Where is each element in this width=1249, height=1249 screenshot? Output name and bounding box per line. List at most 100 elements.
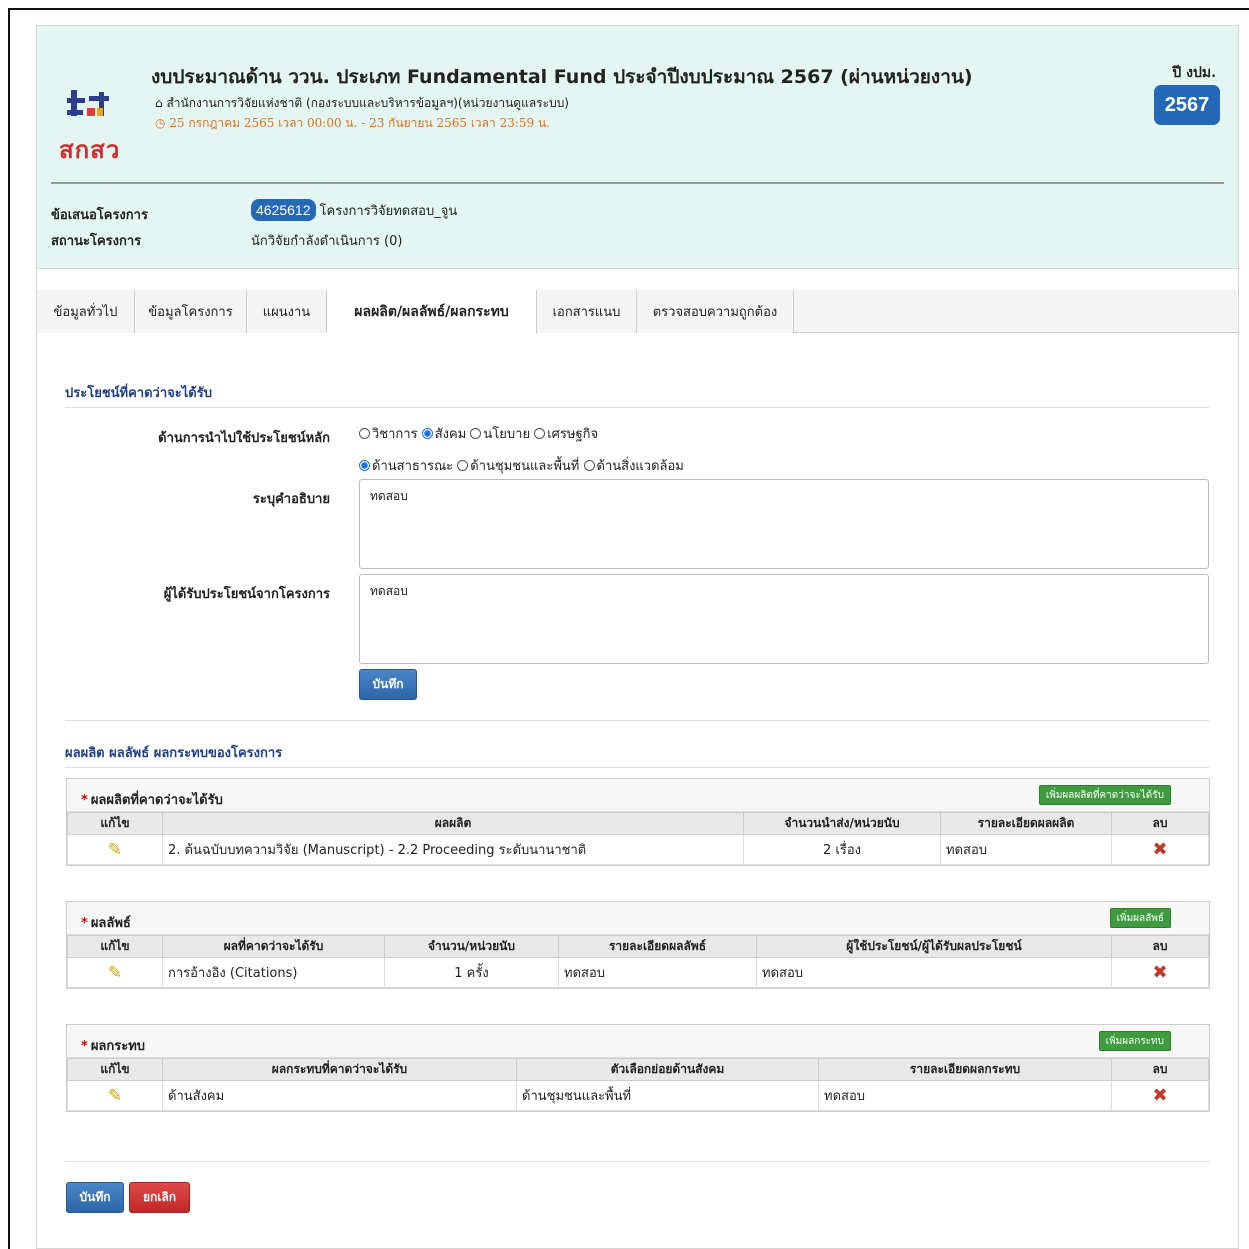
tab-outputs[interactable]: ผลผลิต/ผลลัพธ์/ผลกระทบ [327,290,537,334]
add-impact-button[interactable]: เพิ่มผลกระทบ [1098,1031,1171,1051]
footer-divider [65,1161,1209,1162]
quantity-cell: 2 เรื่อง [743,834,941,865]
radio-community-label: ด้านชุมชนและพื้นที่ [470,459,580,474]
delete-x-icon[interactable]: ✖ [1152,962,1167,983]
col-detail: รายละเอียดผลลัพธ์ [558,935,757,958]
proposal-value: 4625612 โครงการวิจัยทดสอบ_จูน [251,199,457,221]
tab-validation[interactable]: ตรวจสอบความถูกต้อง [637,290,794,333]
page-header: สกสว งบประมาณด้าน ววน. ประเภท Fundamenta… [37,26,1238,269]
radio-social-label: สังคม [434,427,467,442]
impact-cell: ด้านสังคม [162,1080,517,1111]
col-output: ผลผลิต [162,812,744,835]
col-quantity: จำนวน/หน่วยนับ [384,935,559,958]
period-line: ◷ 25 กรกฎาคม 2565 เวลา 00:00 น. - 23 กัน… [155,114,550,133]
col-edit: แก้ไข [67,1058,163,1081]
status-value: นักวิจัยกำลังดำเนินการ (0) [251,234,403,249]
col-delete: ลบ [1111,935,1209,958]
social-sub-radio-group: ด้านสาธารณะ ด้านชุมชนและพื้นที่ ด้านสิ่ง… [359,455,684,476]
outputs-panel-header: * ผลผลิตที่คาดว่าจะได้รับ เพิ่มผลผลิตที่ค… [67,779,1209,812]
tab-attachments[interactable]: เอกสารแนบ [537,290,637,333]
tab-workplan[interactable]: แผนงาน [247,290,327,333]
radio-economic[interactable] [534,428,546,439]
outcomes-panel-title: * ผลลัพธ์ [81,916,131,931]
table-row: ✎ ด้านสังคม ด้านชุมชนและพื้นที่ ทดสอบ ✖ [67,1080,1209,1111]
header-divider [51,182,1224,184]
outcomes-table: แก้ไข ผลที่คาดว่าจะได้รับ จำนวน/หน่วยนับ… [67,935,1209,988]
fiscal-year-badge: 2567 [1154,85,1220,125]
main-use-radio-group: วิชาการ สังคม นโยบาย เศรษฐกิจ [359,423,598,444]
delete-x-icon[interactable]: ✖ [1152,1085,1167,1106]
radio-academic[interactable] [359,428,370,439]
col-delete: ลบ [1111,812,1209,835]
col-impact: ผลกระทบที่คาดว่าจะได้รับ [162,1058,517,1081]
col-quantity: จำนวนนำส่ง/หน่วยนับ [743,812,941,835]
description-label: ระบุคำอธิบาย [252,492,330,507]
outputs-table: แก้ไข ผลผลิต จำนวนนำส่ง/หน่วยนับ รายละเอ… [67,812,1209,865]
section-divider [65,720,1209,721]
beneficiary-textarea[interactable]: ทดสอบ [359,574,1209,664]
beneficiary-label: ผู้ได้รับประโยชน์จากโครงการ [163,587,330,602]
detail-cell: ทดสอบ [940,834,1112,865]
radio-policy-label: นโยบาย [483,427,531,442]
proposal-label: ข้อเสนอโครงการ [51,208,148,223]
output-cell: 2. ต้นฉบับบทความวิจัย (Manuscript) - 2.2… [162,834,744,865]
project-form-card: สกสว งบประมาณด้าน ววน. ประเภท Fundamenta… [36,25,1239,1249]
tab-general[interactable]: ข้อมูลทั่วไป [37,290,135,333]
radio-environment[interactable] [583,460,595,471]
pencil-icon[interactable]: ✎ [108,840,122,860]
impacts-panel-header: * ผลกระทบ เพิ่มผลกระทบ [67,1025,1209,1058]
radio-economic-label: เศรษฐกิจ [547,427,599,442]
outputs-divider [65,767,1209,768]
cancel-button[interactable]: ยกเลิก [129,1182,190,1213]
col-beneficiary: ผู้ใช้ประโยชน์/ผู้ได้รับผลประโยชน์ [756,935,1112,958]
delete-x-icon[interactable]: ✖ [1152,839,1167,860]
radio-community[interactable] [457,460,469,471]
add-output-button[interactable]: เพิ่มผลผลิตที่คาดว่าจะได้รับ [1038,785,1171,805]
col-detail: รายละเอียดผลกระทบ [818,1058,1112,1081]
radio-policy[interactable] [470,428,482,439]
col-social-sub: ตัวเลือกย่อยด้านสังคม [516,1058,819,1081]
impacts-table: แก้ไข ผลกระทบที่คาดว่าจะได้รับ ตัวเลือกย… [67,1058,1209,1111]
radio-public-label: ด้านสาธารณะ [372,459,454,474]
col-detail: รายละเอียดผลผลิต [940,812,1112,835]
beneficiary-cell: ทดสอบ [756,957,1112,988]
table-row: ✎ 2. ต้นฉบับบทความวิจัย (Manuscript) - 2… [67,834,1209,865]
outcome-cell: การอ้างอิง (Citations) [162,957,385,988]
detail-cell: ทดสอบ [558,957,757,988]
radio-environment-label: ด้านสิ่งแวดล้อม [596,459,684,474]
radio-public[interactable] [359,460,370,471]
benefits-divider [65,407,1209,408]
clock-icon: ◷ [155,116,170,130]
description-textarea[interactable]: ทดสอบ [359,479,1209,569]
detail-cell: ทดสอบ [818,1080,1112,1111]
col-outcome: ผลที่คาดว่าจะได้รับ [162,935,385,958]
period-text: 25 กรกฎาคม 2565 เวลา 00:00 น. - 23 กันยา… [169,116,550,130]
benefits-save-button[interactable]: บันทึก [359,669,417,700]
impacts-panel: * ผลกระทบ เพิ่มผลกระทบ แก้ไข ผลกระทบที่คา… [66,1024,1210,1112]
org-name: สำนักงานการวิจัยแห่งชาติ (กองระบบและบริห… [166,96,569,110]
impacts-panel-title: * ผลกระทบ [81,1039,146,1054]
outcomes-panel: * ผลลัพธ์ เพิ่มผลลัพธ์ แก้ไข ผลที่คาดว่าจ… [66,901,1210,989]
outcomes-panel-header: * ผลลัพธ์ เพิ่มผลลัพธ์ [67,902,1209,935]
outputs-panel-title: * ผลผลิตที่คาดว่าจะได้รับ [81,793,223,808]
fiscal-year-label: ปี งปม. [1172,65,1216,81]
add-outcome-button[interactable]: เพิ่มผลลัพธ์ [1109,908,1171,928]
tab-project-info[interactable]: ข้อมูลโครงการ [135,290,247,333]
proposal-name: โครงการวิจัยทดสอบ_จูน [319,204,458,219]
radio-social[interactable] [421,428,433,439]
pencil-icon[interactable]: ✎ [108,963,122,983]
outputs-panel: * ผลผลิตที่คาดว่าจะได้รับ เพิ่มผลผลิตที่ค… [66,778,1210,866]
save-button[interactable]: บันทึก [66,1182,124,1213]
page-title: งบประมาณด้าน ววน. ประเภท Fundamental Fun… [151,66,973,88]
benefits-section-title: ประโยชน์ที่คาดว่าจะได้รับ [65,386,212,401]
pencil-icon[interactable]: ✎ [108,1086,122,1106]
proposal-id-badge: 4625612 [251,199,316,221]
col-delete: ลบ [1111,1058,1209,1081]
status-label: สถานะโครงการ [51,234,142,249]
col-edit: แก้ไข [67,935,163,958]
col-edit: แก้ไข [67,812,163,835]
main-use-label: ด้านการนำไปใช้ประโยชน์หลัก [158,431,330,446]
tab-bar: ข้อมูลทั่วไป ข้อมูลโครงการ แผนงาน ผลผลิต… [37,290,1238,334]
org-line: ⌂ สำนักงานการวิจัยแห่งชาติ (กองระบบและบร… [155,94,569,113]
quantity-cell: 1 ครั้ง [384,957,559,988]
